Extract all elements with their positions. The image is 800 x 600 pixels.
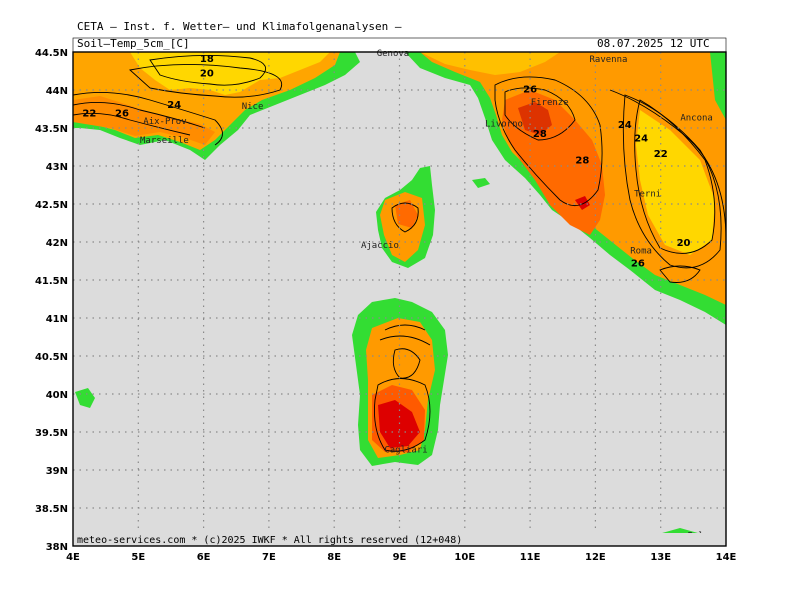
contour-label: 22 [82,109,96,120]
contour-label: 28 [575,156,589,167]
latitude-labels: 44.5N 44N 43.5N 43N 42.5N 42N 41.5N 41N 40.5N 40N… [35,48,68,553]
lat-tick-label: 44N [46,86,68,97]
lat-tick-label: 41.5N [35,276,68,287]
place-label: Terni [634,189,661,199]
lat-tick-label: 42N [46,238,68,249]
lat-tick-label: 40.5N [35,352,68,363]
contour-label: 18 [200,54,214,65]
place-label: Roma [630,246,652,256]
contour-label: 22 [654,149,668,160]
copyright-text: meteo-services.com * (c)2025 IWKF * All … [77,535,462,546]
place-label: Ajaccio [361,241,399,251]
lat-tick-label: 43.5N [35,124,68,135]
lon-tick-label: 10E [454,552,475,563]
place-label: Aix-Prov. [143,117,192,127]
place-label: Marseille [140,136,189,146]
lat-tick-label: 42.5N [35,200,68,211]
place-label: Nice [242,102,264,112]
lon-tick-label: 12E [585,552,606,563]
place-label: Ravenna [589,55,627,65]
lat-tick-label: 38.5N [35,504,68,515]
lon-tick-label: 14E [716,552,737,563]
contour-label: 24 [634,134,648,145]
longitude-labels: 4E 5E 6E 7E 8E 9E 10E 11E 12E 13E 14E [66,552,736,563]
lon-tick-label: 8E [327,552,341,563]
contour-label: 26 [631,258,645,269]
contour-label: 24 [618,120,632,131]
lon-tick-label: 11E [520,552,541,563]
lat-tick-label: 43N [46,162,68,173]
soil-temperature-map: 4E 5E 6E 7E 8E 9E 10E 11E 12E 13E 14E 44.5N 44N 43.5… [35,37,737,563]
lon-tick-label: 5E [131,552,145,563]
place-label: Cagliari [384,446,427,456]
lon-tick-label: 9E [393,552,407,563]
lon-tick-label: 6E [197,552,211,563]
contour-label: 26 [523,84,537,95]
contour-label: 26 [115,109,129,120]
place-label: Livorno [485,119,523,129]
place-label: Ancona [680,113,713,123]
lon-tick-label: 13E [650,552,671,563]
lat-tick-label: 44.5N [35,48,68,59]
place-label: Firenze [531,98,569,108]
lat-tick-label: 39.5N [35,428,68,439]
contour-label: 20 [200,68,214,79]
lon-tick-label: 7E [262,552,276,563]
lon-tick-label: 4E [66,552,80,563]
lat-tick-label: 38N [46,542,68,553]
contour-label: 20 [677,238,691,249]
contour-label: 28 [533,129,547,140]
place-label: Genova [377,49,410,59]
contour-label: 24 [167,100,181,111]
lat-tick-label: 39N [46,466,68,477]
lat-tick-label: 41N [46,314,68,325]
lat-tick-label: 40N [46,390,68,401]
